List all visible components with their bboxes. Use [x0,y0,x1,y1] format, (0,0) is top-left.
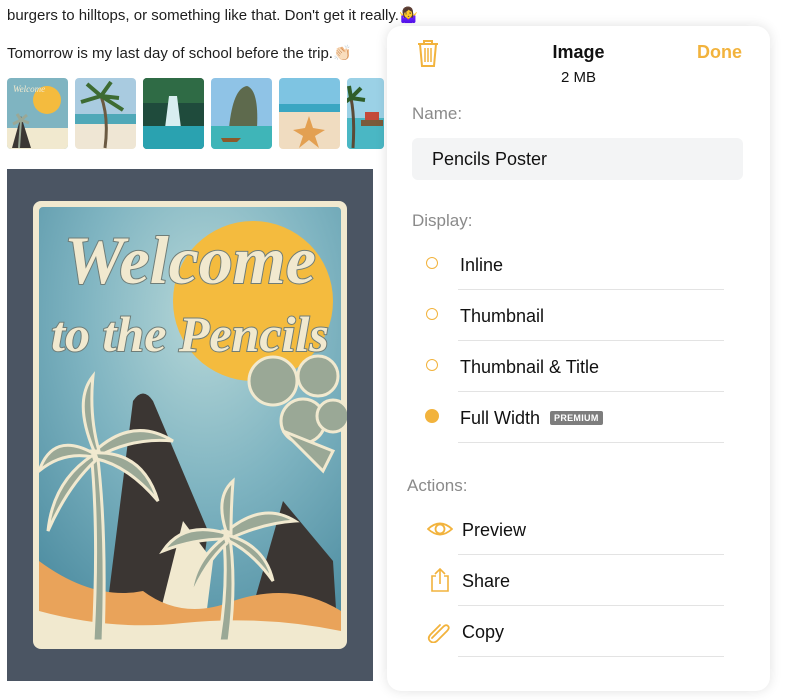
thumbnail-starfish[interactable] [279,78,340,149]
divider [458,554,724,555]
thumbnail-pier[interactable] [347,78,384,149]
divider [458,289,724,290]
display-option-thumbnail-title[interactable]: Thumbnail & Title [412,342,724,392]
selected-image-attachment[interactable]: Welcome to the Pencils [7,169,373,681]
actions-label: Actions: [407,476,468,495]
divider [458,605,724,606]
pencils-poster: Welcome to the Pencils [33,201,347,649]
action-label: Share [462,571,511,591]
clap-emoji: 👏🏻 [332,45,352,62]
divider [458,340,724,341]
display-option-label: Thumbnail [460,306,545,326]
note-line-1-text: burgers to hilltops, or something like t… [7,7,399,24]
action-copy[interactable]: Copy [412,607,724,657]
radio-icon [426,257,438,269]
display-option-thumbnail[interactable]: Thumbnail [412,291,724,341]
divider [458,656,724,657]
note-line-2[interactable]: Tomorrow is my last day of school before… [7,44,352,62]
thumbnail-poster[interactable]: Welcome [7,78,68,149]
poster-title-line2: to the Pencils [51,306,329,362]
action-label: Copy [462,622,505,642]
display-option-label: Thumbnail & Title [460,357,600,377]
thumbnail-rock-bay[interactable] [211,78,272,149]
svg-text:Welcome: Welcome [13,84,45,94]
display-option-full-width[interactable]: Full Width PREMIUM [412,393,724,443]
eye-icon [427,522,453,536]
display-option-inline[interactable]: Inline [412,240,724,290]
paperclip-icon [427,624,450,643]
display-option-label: Inline [460,255,504,275]
action-label: Preview [462,520,527,540]
share-icon [431,568,449,592]
image-size: 2 MB [560,69,596,86]
radio-icon [426,359,438,371]
done-button[interactable]: Done [697,42,742,63]
divider [458,442,724,443]
shrug-emoji: 🤷‍♀️ [398,7,418,24]
action-preview[interactable]: Preview [412,505,724,555]
display-option-label-wrap: Full Width PREMIUM [460,408,603,429]
poster-title-line1: Welcome [64,222,316,298]
image-options-popover: Image 2 MB Done Name: Display: Inline Th… [387,26,770,691]
note-line-2-text: Tomorrow is my last day of school before… [7,45,333,62]
radio-icon [426,308,438,320]
action-share[interactable]: Share [412,556,724,606]
note-line-1[interactable]: burgers to hilltops, or something like t… [7,6,418,24]
display-option-label: Full Width [460,408,541,428]
radio-selected-icon [425,409,439,423]
thumbnail-beach-palm[interactable] [75,78,136,149]
display-label: Display: [412,211,473,230]
divider [458,391,724,392]
name-label: Name: [412,104,463,123]
thumbnail-strip: Welcome [7,78,384,149]
premium-badge: PREMIUM [550,411,603,425]
thumbnail-waterfall[interactable] [143,78,204,149]
name-field[interactable] [412,138,743,180]
